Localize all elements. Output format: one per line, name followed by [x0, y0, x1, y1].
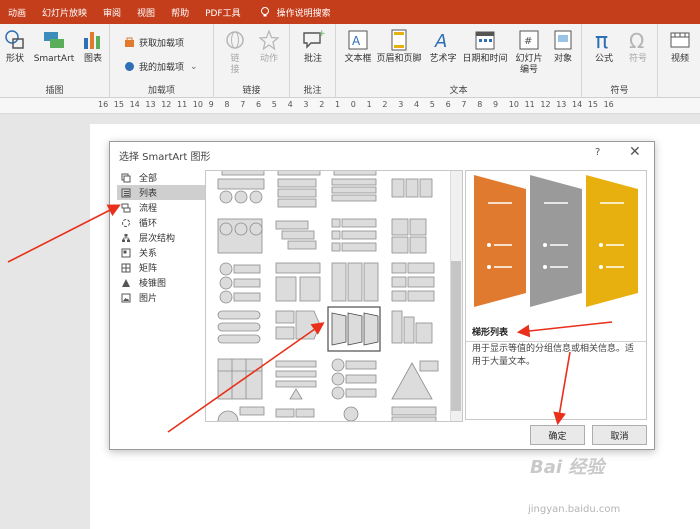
arrow-to-list-category: [7, 204, 121, 263]
powerpoint-window: 动画 幻灯片放映 审阅 视图 帮助 PDF工具 操作说明搜索 形状 SmartA…: [0, 0, 700, 529]
annotation-arrows: [7, 204, 613, 433]
arrow-to-ok-button: [553, 351, 571, 426]
baidu-watermark: Bai 经验: [530, 457, 605, 478]
baidu-watermark-url: jingyan.baidu.com: [528, 504, 621, 515]
arrow-to-preview-title: [516, 321, 613, 338]
arrow-to-selected-layout: [167, 322, 325, 433]
